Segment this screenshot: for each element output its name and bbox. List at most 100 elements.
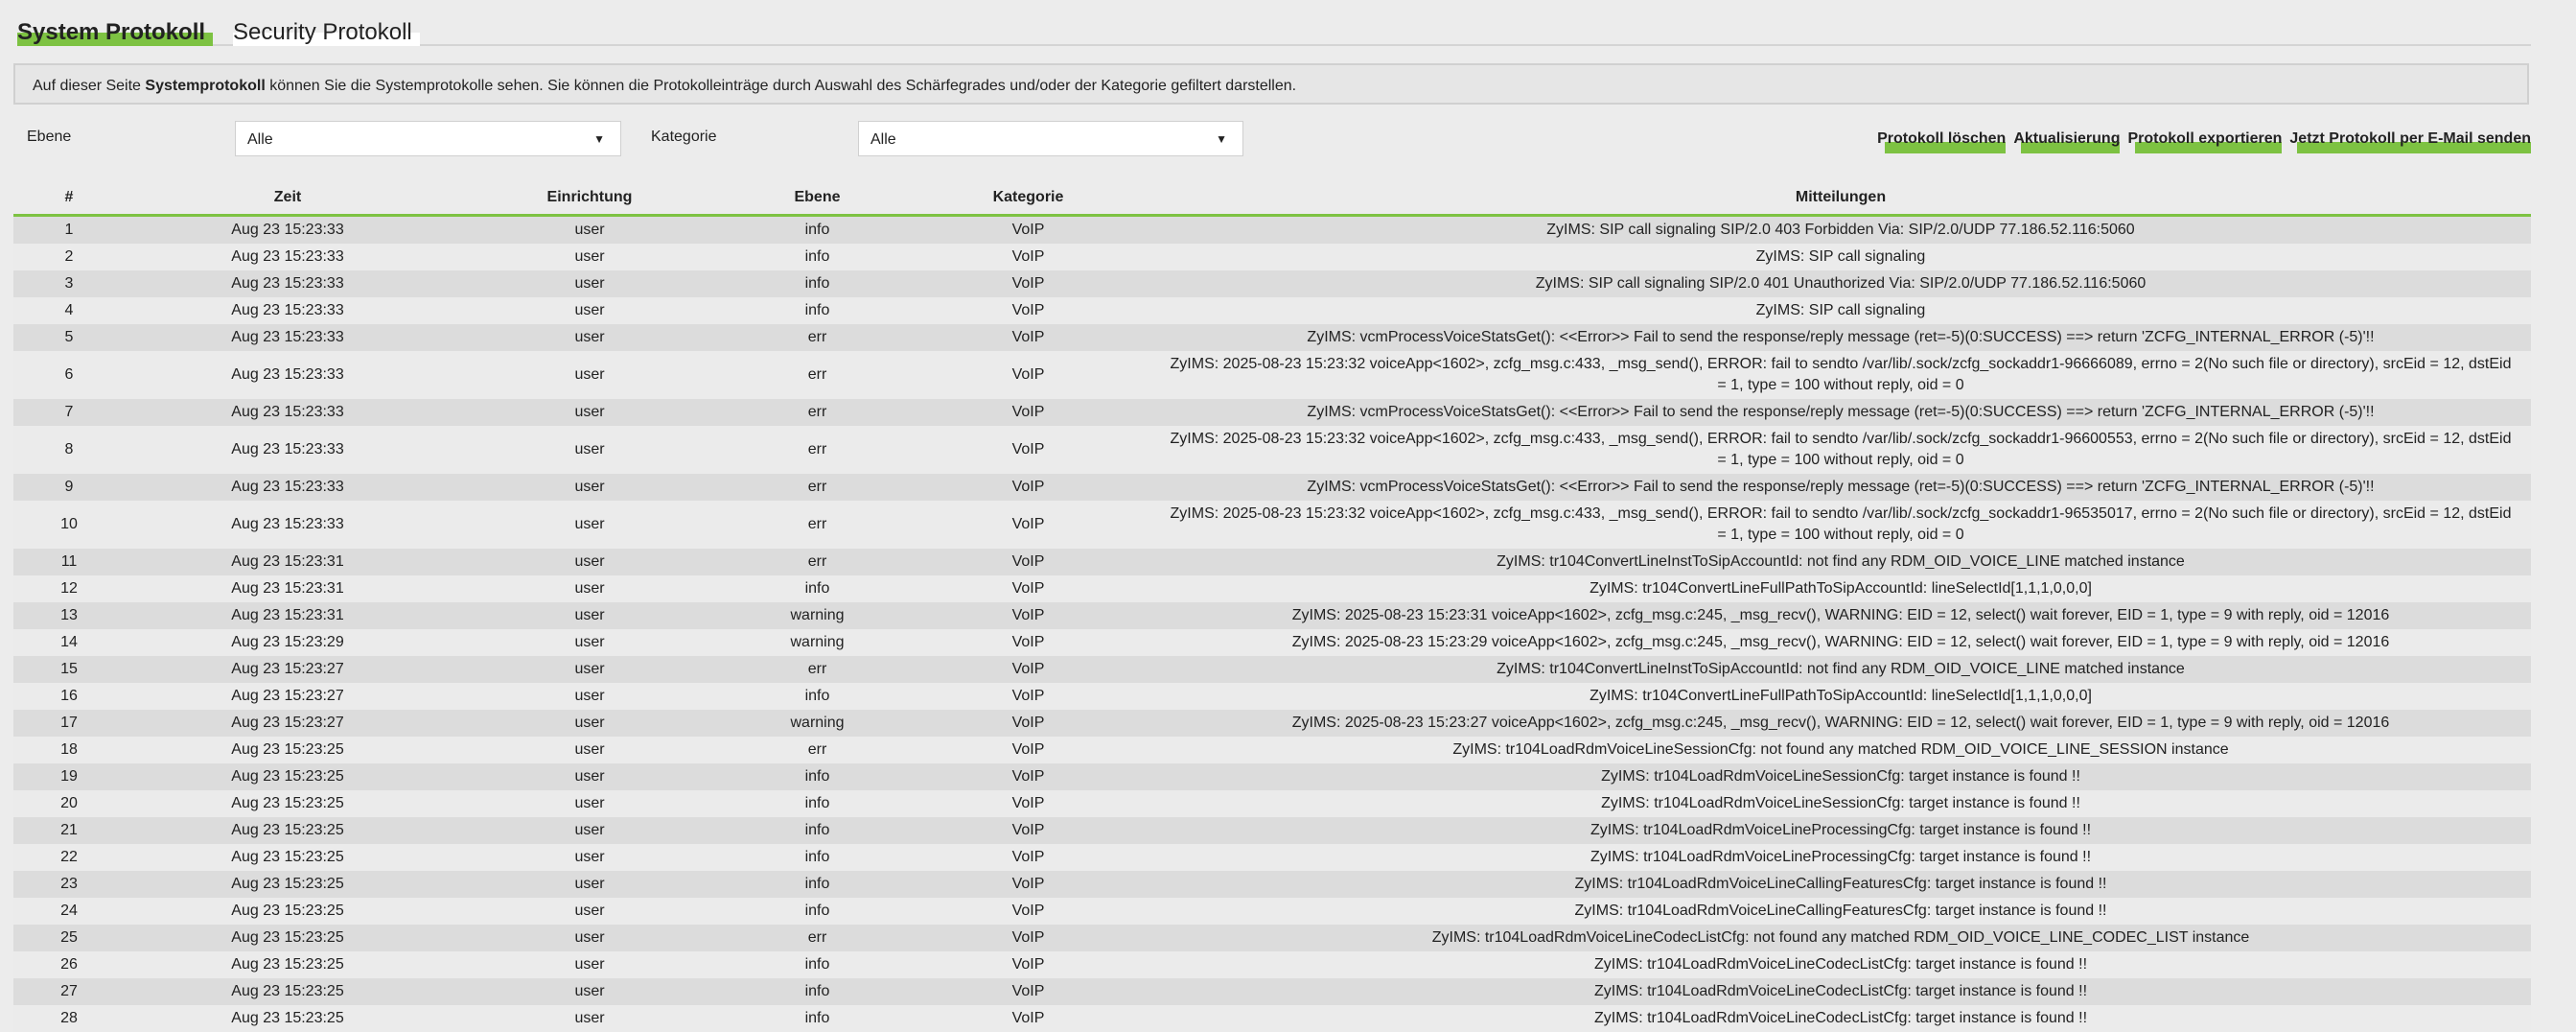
cell-message: ZyIMS: SIP call signaling SIP/2.0 401 Un… [1150, 270, 2531, 297]
cell-number: 13 [13, 602, 125, 629]
cell-time: Aug 23 15:23:33 [125, 351, 451, 399]
cell-time: Aug 23 15:23:25 [125, 790, 451, 817]
tab-bar: System Protokoll Security Protokoll [17, 15, 2531, 46]
cell-time: Aug 23 15:23:33 [125, 297, 451, 324]
level-filter-select[interactable]: Alle ▼ [235, 121, 621, 156]
cell-facility: user [451, 763, 729, 790]
description-bold: Systemprotokoll [145, 78, 266, 94]
cell-number: 5 [13, 324, 125, 351]
cell-category: VoIP [906, 898, 1150, 925]
cell-number: 28 [13, 1005, 125, 1032]
cell-time: Aug 23 15:23:25 [125, 763, 451, 790]
cell-message: ZyIMS: tr104LoadRdmVoiceLineCodecListCfg… [1150, 951, 2531, 978]
cell-category: VoIP [906, 575, 1150, 602]
cell-number: 8 [13, 426, 125, 474]
cell-facility: user [451, 474, 729, 501]
table-header-row: # Zeit Einrichtung Ebene Kategorie Mitte… [13, 180, 2531, 217]
description-text-rest: können Sie die Systemprotokolle sehen. S… [265, 78, 1297, 94]
cell-message: ZyIMS: tr104LoadRdmVoiceLineCallingFeatu… [1150, 898, 2531, 925]
level-filter-label: Ebene [27, 129, 72, 145]
col-header-category: Kategorie [906, 180, 1150, 217]
cell-level: info [729, 1005, 906, 1032]
tab-security-protokoll[interactable]: Security Protokoll [233, 19, 420, 46]
cell-message: ZyIMS: tr104LoadRdmVoiceLineCodecListCfg… [1150, 978, 2531, 1005]
col-header-level: Ebene [729, 180, 906, 217]
cell-number: 18 [13, 737, 125, 763]
cell-facility: user [451, 844, 729, 871]
cell-facility: user [451, 602, 729, 629]
cell-category: VoIP [906, 1005, 1150, 1032]
category-filter-select[interactable]: Alle ▼ [858, 121, 1243, 156]
cell-facility: user [451, 575, 729, 602]
cell-category: VoIP [906, 474, 1150, 501]
cell-level: info [729, 270, 906, 297]
cell-level: err [729, 399, 906, 426]
cell-time: Aug 23 15:23:25 [125, 978, 451, 1005]
table-row: 25 Aug 23 15:23:25 user err VoIP ZyIMS: tr104… [13, 925, 2531, 951]
cell-time: Aug 23 15:23:33 [125, 501, 451, 549]
table-row: 26 Aug 23 15:23:25 user info VoIP ZyIMS: tr10… [13, 951, 2531, 978]
cell-category: VoIP [906, 763, 1150, 790]
cell-number: 19 [13, 763, 125, 790]
cell-number: 12 [13, 575, 125, 602]
cell-number: 25 [13, 925, 125, 951]
table-row: 24 Aug 23 15:23:25 user info VoIP ZyIMS: tr10… [13, 898, 2531, 925]
table-row: 3 Aug 23 15:23:33 user info VoIP ZyIMS: SIP c… [13, 270, 2531, 297]
cell-facility: user [451, 951, 729, 978]
refresh-button[interactable]: Aktualisierung [2013, 130, 2121, 153]
table-row: 21 Aug 23 15:23:25 user info VoIP ZyIMS: tr10… [13, 817, 2531, 844]
cell-category: VoIP [906, 683, 1150, 710]
clear-log-button[interactable]: Protokoll löschen [1877, 130, 2007, 153]
export-log-button[interactable]: Protokoll exportieren [2127, 130, 2283, 153]
table-row: 13 Aug 23 15:23:31 user warning VoIP ZyIMS: 2… [13, 602, 2531, 629]
cell-facility: user [451, 629, 729, 656]
cell-facility: user [451, 215, 729, 244]
page-description: Auf dieser Seite Systemprotokoll können … [13, 63, 2529, 105]
cell-message: ZyIMS: 2025-08-23 15:23:32 voiceApp<1602… [1150, 351, 2531, 399]
chevron-down-icon: ▼ [1216, 132, 1227, 146]
cell-category: VoIP [906, 602, 1150, 629]
table-row: 5 Aug 23 15:23:33 user err VoIP ZyIMS: vcmPro… [13, 324, 2531, 351]
cell-number: 16 [13, 683, 125, 710]
cell-category: VoIP [906, 399, 1150, 426]
email-log-button[interactable]: Jetzt Protokoll per E-Mail senden [2289, 130, 2531, 153]
cell-facility: user [451, 324, 729, 351]
cell-facility: user [451, 817, 729, 844]
cell-time: Aug 23 15:23:31 [125, 549, 451, 575]
cell-facility: user [451, 737, 729, 763]
cell-facility: user [451, 898, 729, 925]
cell-facility: user [451, 871, 729, 898]
cell-time: Aug 23 15:23:25 [125, 898, 451, 925]
cell-category: VoIP [906, 244, 1150, 270]
cell-category: VoIP [906, 871, 1150, 898]
cell-message: ZyIMS: tr104LoadRdmVoiceLineProcessingCf… [1150, 844, 2531, 871]
cell-category: VoIP [906, 951, 1150, 978]
table-row: 4 Aug 23 15:23:33 user info VoIP ZyIMS: SIP c… [13, 297, 2531, 324]
cell-number: 1 [13, 215, 125, 244]
table-row: 22 Aug 23 15:23:25 user info VoIP ZyIMS: tr10… [13, 844, 2531, 871]
cell-number: 3 [13, 270, 125, 297]
cell-level: err [729, 324, 906, 351]
cell-number: 15 [13, 656, 125, 683]
cell-facility: user [451, 501, 729, 549]
cell-category: VoIP [906, 656, 1150, 683]
cell-level: err [729, 426, 906, 474]
chevron-down-icon: ▼ [593, 132, 605, 146]
cell-time: Aug 23 15:23:33 [125, 399, 451, 426]
cell-level: warning [729, 710, 906, 737]
cell-category: VoIP [906, 297, 1150, 324]
cell-level: info [729, 817, 906, 844]
cell-time: Aug 23 15:23:25 [125, 871, 451, 898]
tab-system-protokoll[interactable]: System Protokoll [17, 19, 214, 46]
cell-time: Aug 23 15:23:27 [125, 656, 451, 683]
cell-facility: user [451, 270, 729, 297]
cell-level: info [729, 898, 906, 925]
cell-message: ZyIMS: tr104LoadRdmVoiceLineCallingFeatu… [1150, 871, 2531, 898]
table-row: 16 Aug 23 15:23:27 user info VoIP ZyIMS: tr10… [13, 683, 2531, 710]
cell-time: Aug 23 15:23:33 [125, 426, 451, 474]
cell-level: info [729, 575, 906, 602]
table-row: 9 Aug 23 15:23:33 user err VoIP ZyIMS: vcmPro… [13, 474, 2531, 501]
cell-category: VoIP [906, 426, 1150, 474]
cell-facility: user [451, 399, 729, 426]
category-filter-label: Kategorie [651, 129, 717, 145]
